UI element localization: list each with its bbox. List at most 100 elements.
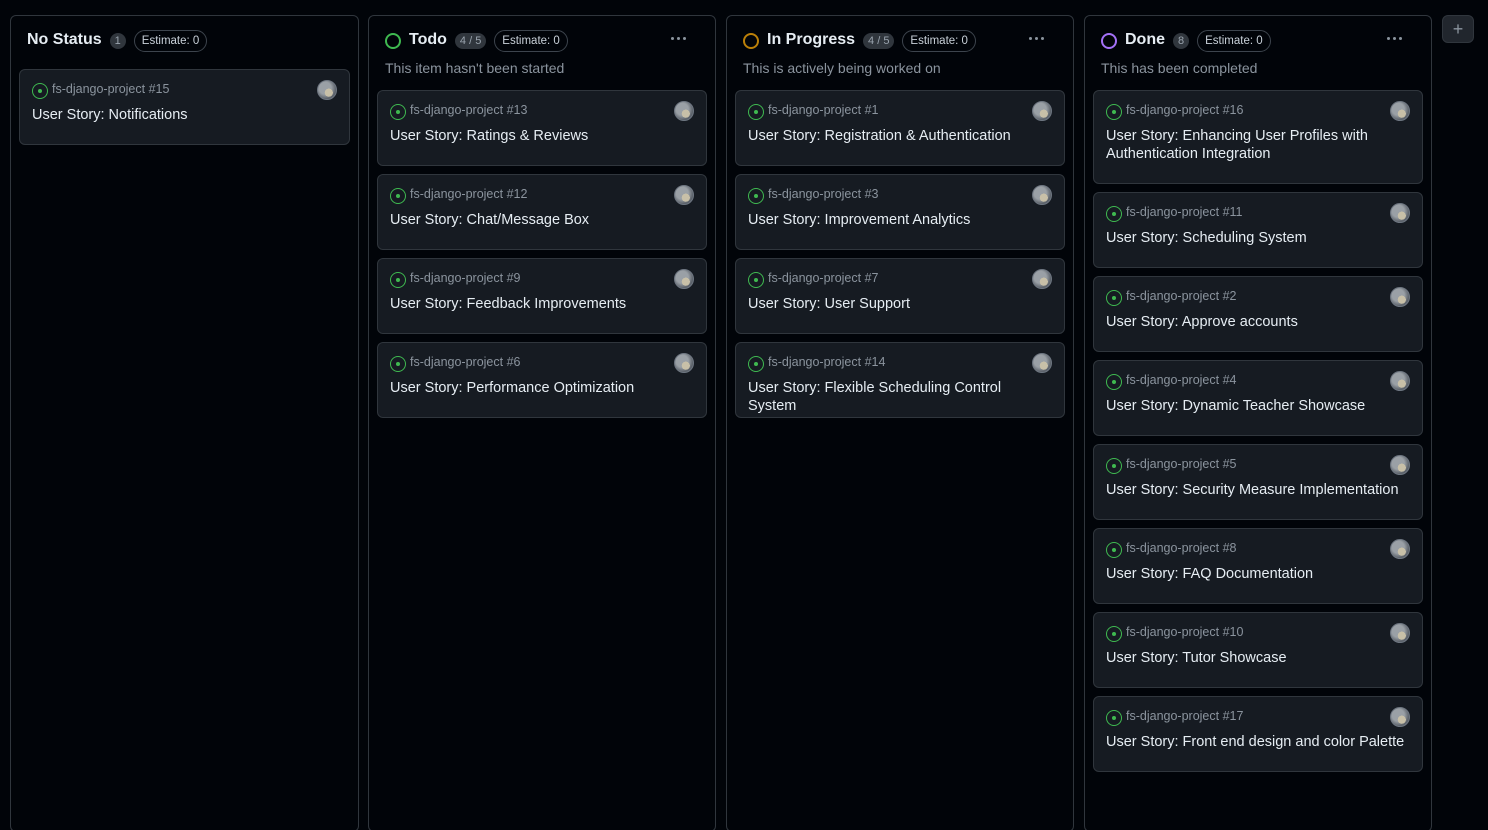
issue-open-icon	[1106, 290, 1122, 306]
assignee-avatar[interactable]	[1390, 539, 1410, 559]
assignee-avatar[interactable]	[1032, 353, 1052, 373]
assignee-avatar[interactable]	[1390, 707, 1410, 727]
issue-card[interactable]: fs-django-project #12 User Story: Chat/Me…	[377, 174, 707, 250]
column-header: No Status 1 Estimate: 0	[11, 16, 358, 66]
issue-reference: fs-django-project #10	[1126, 625, 1244, 639]
column-header: In Progress 4 / 5 Estimate: 0 This is activ…	[727, 16, 1073, 76]
issue-card[interactable]: fs-django-project #14 User Story: Flexibl…	[735, 342, 1065, 418]
column-estimate-badge: Estimate: 0	[494, 30, 568, 52]
column-estimate-badge: Estimate: 0	[1197, 30, 1271, 52]
assignee-avatar[interactable]	[674, 353, 694, 373]
issue-title[interactable]: User Story: Ratings & Reviews	[390, 127, 694, 145]
column-header: Todo 4 / 5 Estimate: 0 This item hasn't bee…	[369, 16, 715, 76]
issue-title[interactable]: User Story: Dynamic Teacher Showcase	[1106, 397, 1410, 415]
issue-open-icon	[1106, 374, 1122, 390]
board-column: Done 8 Estimate: 0 This has been completed f…	[1084, 15, 1432, 830]
assignee-avatar[interactable]	[674, 269, 694, 289]
issue-title[interactable]: User Story: Chat/Message Box	[390, 211, 694, 229]
issue-title[interactable]: User Story: Security Measure Implementat…	[1106, 481, 1410, 499]
issue-open-icon	[1106, 542, 1122, 558]
issue-reference: fs-django-project #15	[52, 82, 170, 96]
assignee-avatar[interactable]	[1032, 269, 1052, 289]
issue-card[interactable]: fs-django-project #4 User Story: Dynamic …	[1093, 360, 1423, 436]
assignee-avatar[interactable]	[1390, 203, 1410, 223]
assignee-avatar[interactable]	[1390, 101, 1410, 121]
issue-card[interactable]: fs-django-project #17 User Story: Front e…	[1093, 696, 1423, 772]
issue-reference: fs-django-project #1	[768, 103, 879, 117]
issue-card[interactable]: fs-django-project #13 User Story: Ratings…	[377, 90, 707, 166]
column-title: Done	[1125, 31, 1165, 48]
issue-card[interactable]: fs-django-project #7 User Story: User Sup…	[735, 258, 1065, 334]
issue-title[interactable]: User Story: FAQ Documentation	[1106, 565, 1410, 583]
issue-card[interactable]: fs-django-project #16 User Story: Enhanci…	[1093, 90, 1423, 184]
issue-title[interactable]: User Story: Improvement Analytics	[748, 211, 1052, 229]
issue-title[interactable]: User Story: Notifications	[32, 106, 337, 124]
issue-reference: fs-django-project #3	[768, 187, 879, 201]
issue-card[interactable]: fs-django-project #3 User Story: Improvem…	[735, 174, 1065, 250]
issue-card[interactable]: fs-django-project #15 User Story: Notific…	[19, 69, 350, 145]
issue-card[interactable]: fs-django-project #2 User Story: Approve …	[1093, 276, 1423, 352]
column-menu-ellipsis-icon[interactable]	[1023, 29, 1051, 49]
assignee-avatar[interactable]	[1390, 455, 1410, 475]
issue-reference: fs-django-project #9	[410, 271, 521, 285]
assignee-avatar[interactable]	[1032, 101, 1052, 121]
issue-reference: fs-django-project #12	[410, 187, 528, 201]
issue-open-icon	[390, 272, 406, 288]
issue-card[interactable]: fs-django-project #8 User Story: FAQ Docu…	[1093, 528, 1423, 604]
column-menu-ellipsis-icon[interactable]	[1381, 29, 1409, 49]
issue-open-icon	[1106, 104, 1122, 120]
add-column-button[interactable]: +	[1442, 15, 1474, 43]
assignee-avatar[interactable]	[1032, 185, 1052, 205]
issue-open-icon	[390, 104, 406, 120]
issue-reference: fs-django-project #4	[1126, 373, 1237, 387]
issue-card[interactable]: fs-django-project #1 User Story: Registra…	[735, 90, 1065, 166]
issue-title[interactable]: User Story: Flexible Scheduling Control …	[748, 379, 1052, 415]
issue-reference: fs-django-project #11	[1126, 205, 1243, 219]
column-count-badge: 4 / 5	[863, 33, 895, 49]
issue-card[interactable]: fs-django-project #11 User Story: Schedul…	[1093, 192, 1423, 268]
project-board: + No Status 1 Estimate: 0 fs-django-project…	[0, 0, 1488, 830]
board-column: In Progress 4 / 5 Estimate: 0 This is activ…	[726, 15, 1074, 830]
issue-open-icon	[390, 356, 406, 372]
assignee-avatar[interactable]	[1390, 623, 1410, 643]
assignee-avatar[interactable]	[674, 101, 694, 121]
issue-card[interactable]: fs-django-project #10 User Story: Tutor S…	[1093, 612, 1423, 688]
board-column: Todo 4 / 5 Estimate: 0 This item hasn't bee…	[368, 15, 716, 830]
issue-title[interactable]: User Story: User Support	[748, 295, 1052, 313]
column-title: No Status	[27, 31, 102, 48]
assignee-avatar[interactable]	[1390, 371, 1410, 391]
column-menu-ellipsis-icon[interactable]	[665, 29, 693, 49]
column-estimate-badge: Estimate: 0	[133, 30, 208, 52]
issue-title[interactable]: User Story: Scheduling System	[1106, 229, 1410, 247]
assignee-avatar[interactable]	[317, 80, 337, 100]
issue-reference: fs-django-project #14	[768, 355, 886, 369]
status-circle-icon	[385, 33, 401, 49]
issue-title[interactable]: User Story: Performance Optimization	[390, 379, 694, 397]
assignee-avatar[interactable]	[674, 185, 694, 205]
issue-open-icon	[390, 188, 406, 204]
column-title: Todo	[409, 31, 447, 48]
status-circle-icon	[1101, 33, 1117, 49]
issue-title[interactable]: User Story: Approve accounts	[1106, 313, 1410, 331]
assignee-avatar[interactable]	[1390, 287, 1410, 307]
issue-title[interactable]: User Story: Feedback Improvements	[390, 295, 694, 313]
issue-reference: fs-django-project #17	[1126, 709, 1244, 723]
column-estimate-badge: Estimate: 0	[902, 30, 976, 52]
issue-open-icon	[748, 356, 764, 372]
issue-title[interactable]: User Story: Registration & Authenticatio…	[748, 127, 1052, 145]
issue-reference: fs-django-project #5	[1126, 457, 1237, 471]
column-description: This is actively being worked on	[743, 60, 941, 76]
issue-title[interactable]: User Story: Tutor Showcase	[1106, 649, 1410, 667]
issue-card[interactable]: fs-django-project #9 User Story: Feedback…	[377, 258, 707, 334]
issue-card[interactable]: fs-django-project #5 User Story: Security…	[1093, 444, 1423, 520]
issue-title[interactable]: User Story: Front end design and color P…	[1106, 733, 1410, 751]
issue-reference: fs-django-project #7	[768, 271, 879, 285]
issue-open-icon	[1106, 710, 1122, 726]
issue-card[interactable]: fs-django-project #6 User Story: Performa…	[377, 342, 707, 418]
column-count-badge: 8	[1173, 33, 1190, 49]
column-description: This item hasn't been started	[385, 60, 565, 76]
issue-open-icon	[748, 104, 764, 120]
issue-open-icon	[1106, 626, 1122, 642]
column-count-badge: 4 / 5	[454, 33, 487, 49]
issue-title[interactable]: User Story: Enhancing User Profiles with…	[1106, 127, 1410, 163]
